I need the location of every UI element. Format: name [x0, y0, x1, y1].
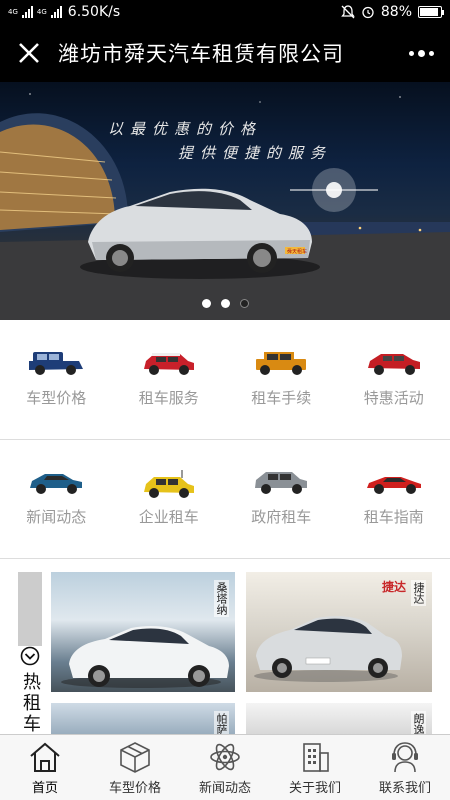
- headset-icon: [392, 742, 418, 773]
- mini-yellow-icon: [143, 470, 194, 498]
- menu-item-label: 政府租车: [251, 508, 312, 526]
- hot-rentals-section: 热租车 桑塔纳 捷达 捷达 帕萨 朗逸: [0, 560, 450, 734]
- nav-item-home[interactable]: 首页: [0, 735, 90, 800]
- mute-bell-icon: [341, 5, 355, 19]
- menu-item-label: 车型价格: [26, 389, 87, 407]
- status-right: 88%: [341, 4, 444, 20]
- menu-item-special-offers[interactable]: 特惠活动: [338, 321, 450, 439]
- status-bar: 4G 4G 6.50K/s 88%: [0, 0, 450, 24]
- menu-item-label: 租车服务: [138, 389, 199, 407]
- car-card-santana[interactable]: 桑塔纳: [51, 572, 235, 692]
- bottom-nav: 首页 车型价格 新闻动态 关于我们 联系我们: [0, 734, 450, 800]
- carousel-dots: [0, 299, 450, 308]
- crossover-red-icon: [367, 354, 420, 375]
- car-model-tag: 桑塔纳: [214, 580, 229, 617]
- menu-item-label: 租车指南: [363, 508, 424, 526]
- nav-item-news[interactable]: 新闻动态: [180, 735, 270, 800]
- hot-rentals-tab-inner: 热租车: [18, 646, 42, 734]
- menu-item-rental-guide[interactable]: 租车指南: [338, 440, 450, 558]
- net-type-b: 4G: [36, 7, 47, 16]
- mini-red-icon: [143, 353, 194, 375]
- network-indicator: 4G: [8, 7, 18, 16]
- more-dot-icon: [408, 50, 414, 56]
- menu-item-label: 特惠活动: [363, 389, 424, 407]
- menu-item-rental-procedures[interactable]: 租车手续: [225, 321, 338, 439]
- alarm-icon: [362, 6, 374, 19]
- suv-blue-icon: [29, 352, 84, 375]
- hummer-orange-icon: [256, 352, 307, 375]
- car-photo: [61, 626, 229, 688]
- menu-item-government-rental[interactable]: 政府租车: [225, 440, 338, 558]
- atom-icon: [210, 743, 240, 771]
- battery-percent: 88%: [380, 4, 412, 20]
- net-type-a: 4G: [8, 7, 18, 16]
- hot-rentals-label: 热租车: [20, 672, 41, 734]
- close-icon: [19, 43, 39, 63]
- menu-item-corporate-rental[interactable]: 企业租车: [113, 440, 226, 558]
- nav-label: 新闻动态: [198, 781, 251, 796]
- building-icon: [303, 743, 329, 772]
- more-button[interactable]: [392, 24, 450, 82]
- carousel-dot[interactable]: [201, 299, 211, 308]
- hot-rentals-tab[interactable]: 热租车: [18, 572, 42, 734]
- menu-item-label: 租车手续: [251, 389, 312, 407]
- signal-icon-2: [50, 6, 62, 18]
- car-card-passat[interactable]: 帕萨: [51, 703, 235, 734]
- car-card-jetta[interactable]: 捷达 捷达: [246, 572, 432, 692]
- car-model-tag: 朗逸: [411, 711, 426, 734]
- nav-label: 首页: [31, 781, 58, 796]
- banner-slogan-line2: 提供便捷的服务: [178, 144, 333, 162]
- menu-item-label: 新闻动态: [26, 508, 87, 526]
- chevron-down-circle-icon: [20, 646, 40, 666]
- car-model-tag: 捷达: [411, 580, 426, 606]
- home-icon: [30, 742, 60, 772]
- sportscar-red-icon: [366, 477, 421, 494]
- battery-icon: [418, 6, 444, 18]
- carousel-dot[interactable]: [220, 299, 230, 308]
- signal-icon: [21, 6, 33, 18]
- status-left: 4G 4G 6.50K/s: [8, 4, 120, 20]
- banner-carousel[interactable]: 舜天租车 以最优惠的价格 提供便捷的服务: [0, 82, 450, 320]
- menu-grid-row: 车型价格 租车服务 租车手续 特惠活动: [0, 321, 450, 440]
- title-bar: 潍坊市舜天汽车租赁有限公司: [0, 24, 450, 82]
- menu-grid-row: 新闻动态 企业租车 政府租车 租车指南: [0, 440, 450, 559]
- cube-icon: [120, 742, 150, 773]
- coupe-blue-icon: [30, 474, 83, 494]
- nav-item-contact[interactable]: 联系我们: [360, 735, 450, 800]
- banner-slogan-line1: 以最优惠的价格: [108, 120, 263, 138]
- license-plate-text: 舜天租车: [287, 248, 307, 255]
- car-card-lavida[interactable]: 朗逸: [246, 703, 432, 734]
- nav-item-about[interactable]: 关于我们: [270, 735, 360, 800]
- carousel-dot[interactable]: [239, 299, 249, 308]
- network-indicator-2: 4G: [36, 7, 47, 16]
- more-dot-icon: [428, 50, 434, 56]
- network-speed: 6.50K/s: [67, 4, 121, 20]
- page-title: 潍坊市舜天汽车租赁有限公司: [58, 42, 344, 66]
- more-dot-icon: [417, 49, 425, 57]
- nav-item-car-prices[interactable]: 车型价格: [90, 735, 180, 800]
- menu-item-rental-service[interactable]: 租车服务: [113, 321, 226, 439]
- close-button[interactable]: [0, 24, 58, 82]
- suv-silver-icon: [255, 472, 308, 494]
- menu-item-label: 企业租车: [138, 508, 199, 526]
- car-model-tag: 帕萨: [214, 711, 229, 734]
- car-brand-logo: 捷达: [381, 580, 406, 594]
- nav-label: 关于我们: [288, 781, 341, 796]
- menu-item-car-prices[interactable]: 车型价格: [0, 321, 113, 439]
- nav-label: 车型价格: [108, 781, 161, 796]
- nav-label: 联系我们: [378, 781, 431, 796]
- menu-item-news[interactable]: 新闻动态: [0, 440, 113, 558]
- battery-fill: [420, 8, 438, 16]
